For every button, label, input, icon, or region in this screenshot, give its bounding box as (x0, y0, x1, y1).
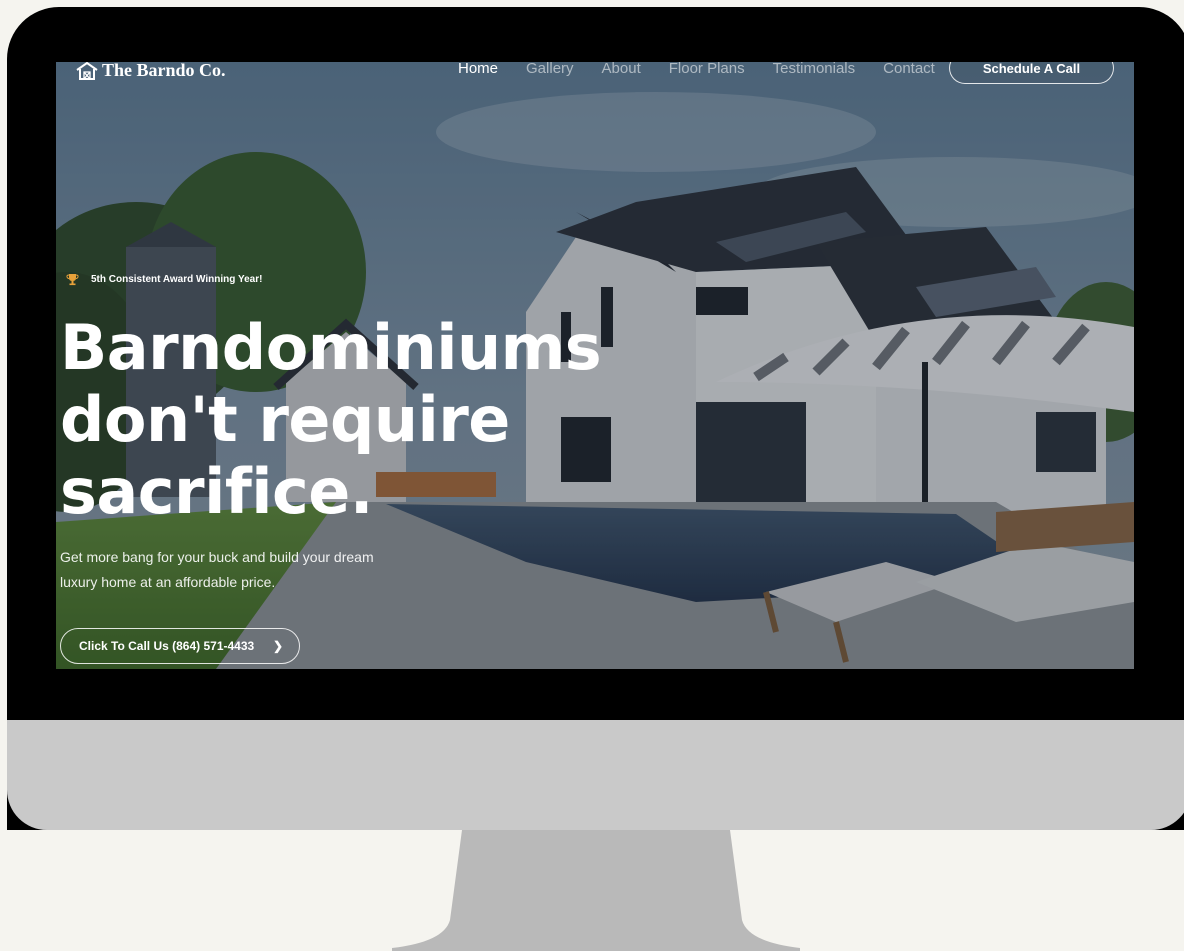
monitor-chin (7, 720, 1184, 830)
hero-headline: Barndominiums don't require sacrifice. (60, 311, 602, 528)
nav-link-testimonials[interactable]: Testimonials (773, 62, 856, 77)
nav-link-about[interactable]: About (602, 62, 641, 77)
nav-link-home[interactable]: Home (458, 62, 498, 77)
top-nav: The Barndo Co. Home Gallery About Floor … (56, 62, 1134, 92)
hero-subtext: Get more bang for your buck and build yo… (60, 545, 400, 595)
headline-line-1: Barndominiums (60, 311, 602, 384)
award-badge: 5th Consistent Award Winning Year! (66, 273, 262, 286)
website-screen: The Barndo Co. Home Gallery About Floor … (56, 62, 1134, 669)
headline-line-3: sacrifice. (60, 455, 373, 528)
chevron-right-icon: ❯ (272, 639, 283, 653)
site-logo-text: The Barndo Co. (102, 62, 226, 80)
monitor-stand (392, 830, 800, 951)
call-button-label: Click To Call Us (864) 571-4433 (79, 639, 255, 653)
nav-links: Home Gallery About Floor Plans Testimoni… (458, 62, 935, 77)
award-text: 5th Consistent Award Winning Year! (91, 274, 263, 285)
site-logo[interactable]: The Barndo Co. (76, 62, 226, 81)
nav-link-gallery[interactable]: Gallery (526, 62, 574, 77)
barn-house-icon (76, 62, 98, 80)
click-to-call-button[interactable]: Click To Call Us (864) 571-4433 ❯ (60, 628, 300, 664)
subtext-line-2: luxury home at an affordable price. (60, 574, 276, 590)
nav-link-floor-plans[interactable]: Floor Plans (669, 62, 745, 77)
schedule-call-button[interactable]: Schedule A Call (949, 62, 1114, 84)
subtext-line-1: Get more bang for your buck and build yo… (60, 549, 374, 565)
nav-link-contact[interactable]: Contact (883, 62, 935, 77)
trophy-icon (66, 274, 79, 286)
headline-line-2: don't require (60, 383, 510, 456)
